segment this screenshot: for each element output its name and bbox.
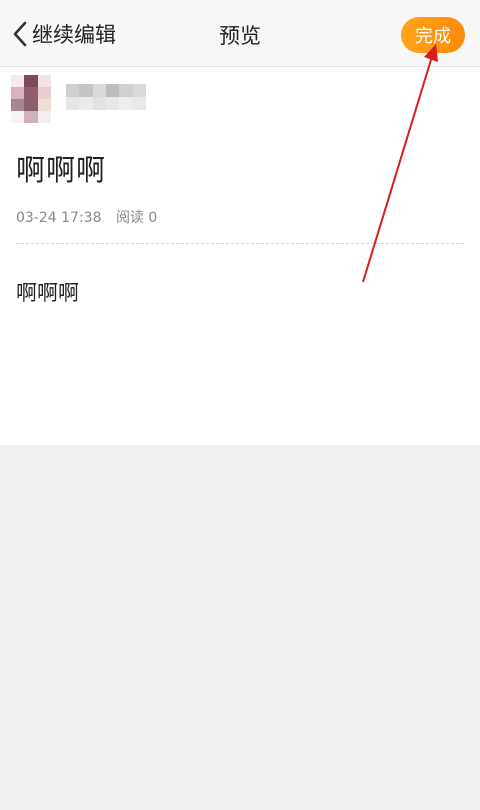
post-title: 啊啊啊: [16, 153, 107, 187]
post-body: 啊啊啊: [16, 281, 79, 305]
username-blurred: [66, 84, 146, 110]
top-nav-bar: 继续编辑 预览 完成: [0, 0, 480, 67]
preview-content: 啊啊啊 03-24 17:38 阅读 0 啊啊啊: [0, 67, 480, 445]
post-meta: 03-24 17:38 阅读 0: [16, 207, 157, 227]
preview-page: 继续编辑 预览 完成 啊啊啊 03-24 17:38 阅读 0 啊啊啊: [0, 0, 480, 810]
done-button[interactable]: 完成: [401, 17, 465, 53]
dashed-divider: [16, 243, 464, 244]
read-count: 阅读 0: [115, 210, 158, 226]
post-date: 03-24 17:38: [16, 210, 102, 226]
avatar[interactable]: [11, 75, 51, 123]
